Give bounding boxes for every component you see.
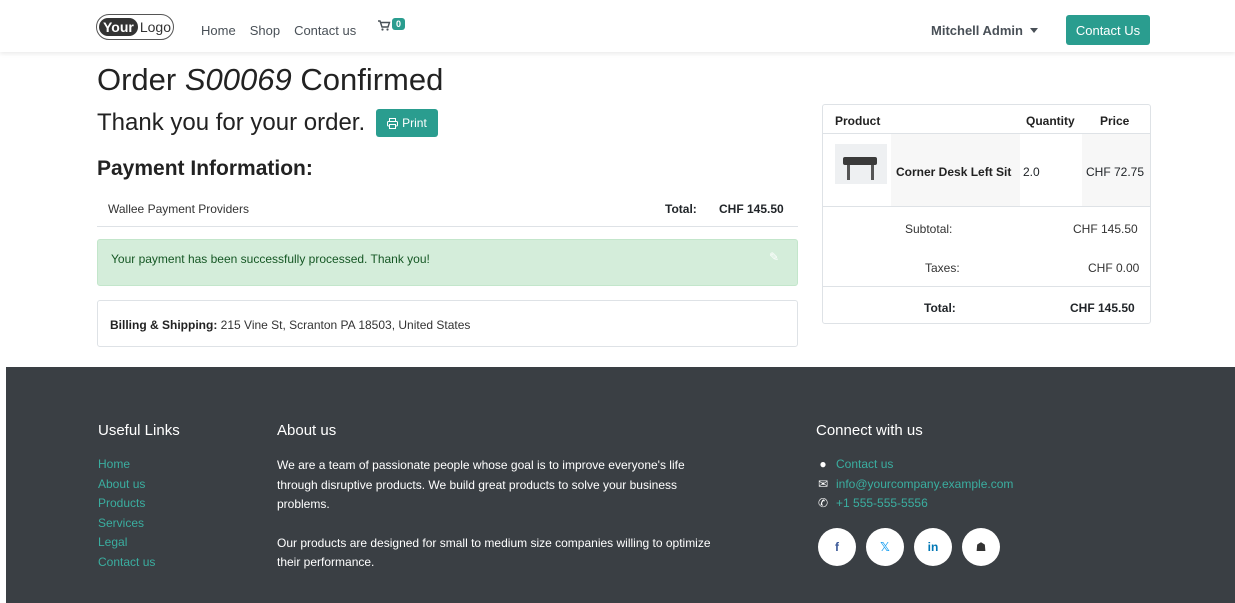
taxes-value: CHF 0.00 <box>1088 261 1140 275</box>
title-suffix: Confirmed <box>291 62 444 97</box>
comment-icon: ● <box>819 457 827 471</box>
payment-success-alert: Your payment has been successfully proce… <box>97 239 798 286</box>
billing-label: Billing & Shipping: <box>110 318 218 332</box>
footer-link-home[interactable]: Home <box>98 455 155 475</box>
linkedin-icon[interactable]: in <box>914 528 952 566</box>
subtotal-label: Subtotal: <box>905 222 953 236</box>
caret-down-icon <box>1029 28 1038 33</box>
billing-address: 215 Vine St, Scranton PA 18503, United S… <box>220 318 471 332</box>
site-header: Your Logo Home Shop Contact us 0 Mitchel… <box>0 0 1235 52</box>
contact-link-text: Contact us <box>836 457 894 471</box>
about-us-heading: About us <box>277 422 337 439</box>
billing-shipping-box: Billing & Shipping: 215 Vine St, Scranto… <box>97 300 798 347</box>
social-links: f 𝕏 in ☗ <box>818 528 1000 566</box>
cart-icon <box>378 20 391 31</box>
phone-text: +1 555-555-5556 <box>836 496 928 510</box>
user-menu[interactable]: Mitchell Admin <box>931 23 1038 38</box>
footer-link-services[interactable]: Services <box>98 514 155 534</box>
connect-list: ● Contact us ✉ info@yourcompany.example.… <box>816 455 1013 514</box>
user-name: Mitchell Admin <box>931 23 1023 38</box>
nav-contact-us[interactable]: Contact us <box>294 23 356 38</box>
about-paragraph-2: Our products are designed for small to m… <box>277 535 711 570</box>
payment-total-label: Total: <box>665 202 697 216</box>
item-name[interactable]: Corner Desk Left Sit <box>896 165 1011 179</box>
about-us-text: We are a team of passionate people whose… <box>277 456 717 573</box>
col-quantity: Quantity <box>1026 114 1075 128</box>
summary-header: Product Quantity Price <box>823 105 1150 134</box>
page-title: Order S00069 Confirmed <box>97 62 443 98</box>
nav-shop[interactable]: Shop <box>250 23 280 38</box>
contact-us-button[interactable]: Contact Us <box>1066 15 1150 45</box>
item-quantity: 2.0 <box>1023 165 1040 179</box>
print-label: Print <box>402 116 427 130</box>
site-footer: Useful Links Home About us Products Serv… <box>6 367 1235 603</box>
pencil-icon[interactable]: ✎ <box>769 250 779 264</box>
footer-link-products[interactable]: Products <box>98 494 155 514</box>
thank-you-text: Thank you for your order. <box>97 109 366 136</box>
payment-row: Wallee Payment Providers Total: CHF 145.… <box>97 198 798 227</box>
col-product: Product <box>835 114 881 128</box>
divider <box>823 286 1150 287</box>
connect-heading: Connect with us <box>816 422 923 439</box>
site-logo[interactable]: Your Logo <box>96 14 174 40</box>
useful-links-heading: Useful Links <box>98 422 180 439</box>
order-summary-card: Product Quantity Price Corner Desk Left … <box>822 104 1151 324</box>
summary-total-label: Total: <box>924 301 956 315</box>
footer-email-link[interactable]: ✉ info@yourcompany.example.com <box>816 475 1013 495</box>
col-price: Price <box>1100 114 1130 128</box>
useful-links-list: Home About us Products Services Legal Co… <box>98 455 155 572</box>
footer-phone-link[interactable]: ✆ +1 555-555-5556 <box>816 494 1013 514</box>
taxes-label: Taxes: <box>925 261 960 275</box>
print-icon <box>387 117 399 129</box>
logo-text: Logo <box>139 19 171 35</box>
item-price: CHF 72.75 <box>1086 165 1145 179</box>
footer-link-about-us[interactable]: About us <box>98 475 155 495</box>
footer-link-legal[interactable]: Legal <box>98 533 155 553</box>
summary-total-value: CHF 145.50 <box>1070 301 1135 315</box>
order-number: S00069 <box>184 62 292 97</box>
home-icon[interactable]: ☗ <box>962 528 1000 566</box>
nav-home[interactable]: Home <box>201 23 236 38</box>
cart-count-badge: 0 <box>392 18 406 30</box>
envelope-icon: ✉ <box>817 476 829 491</box>
email-text: info@yourcompany.example.com <box>836 476 1014 491</box>
about-paragraph-1: We are a team of passionate people whose… <box>277 458 685 511</box>
title-prefix: Order <box>97 62 185 97</box>
subtotal-value: CHF 145.50 <box>1073 222 1138 236</box>
main-nav: Home Shop Contact us <box>201 23 356 38</box>
summary-item-row: Corner Desk Left Sit 2.0 CHF 72.75 <box>823 134 1150 207</box>
success-message: Your payment has been successfully proce… <box>111 252 430 266</box>
cart-link[interactable]: 0 <box>377 18 406 32</box>
payment-info-heading: Payment Information: <box>97 157 313 180</box>
print-button[interactable]: Print <box>376 109 438 137</box>
footer-link-contact-us[interactable]: Contact us <box>98 553 155 573</box>
payment-provider: Wallee Payment Providers <box>108 202 249 216</box>
thank-you-row: Thank you for your order. Print <box>97 109 438 137</box>
footer-contact-link[interactable]: ● Contact us <box>816 455 1013 475</box>
logo-brand: Your <box>98 18 138 36</box>
facebook-icon[interactable]: f <box>818 528 856 566</box>
product-thumbnail[interactable] <box>835 144 887 184</box>
phone-icon: ✆ <box>817 496 829 510</box>
x-twitter-icon[interactable]: 𝕏 <box>866 528 904 566</box>
payment-total-value: CHF 145.50 <box>719 202 784 216</box>
